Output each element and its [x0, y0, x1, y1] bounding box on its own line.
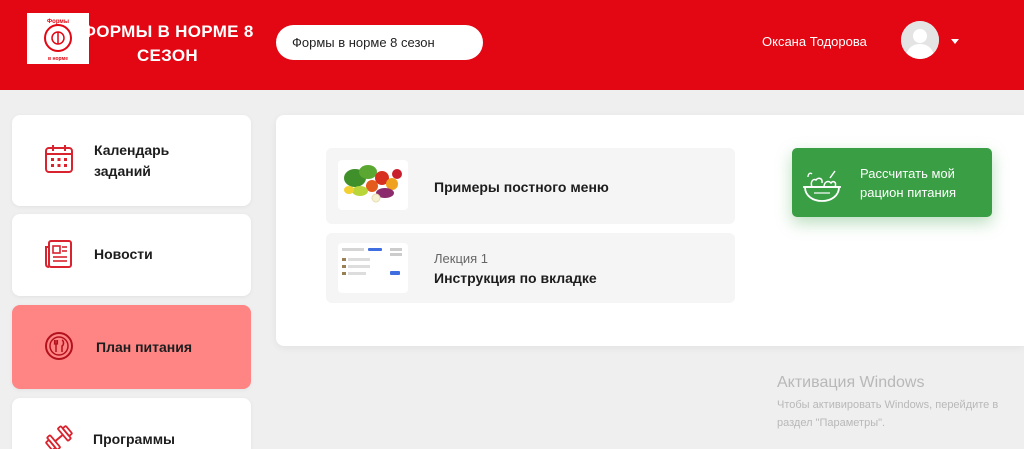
- sidebar-item-calendar[interactable]: Календарь заданий: [12, 115, 251, 206]
- vegetables-image: [338, 160, 408, 210]
- brand-title-line2: СЕЗОН: [136, 46, 199, 65]
- calculate-diet-label: Рассчитать мой рацион питания: [860, 164, 956, 202]
- logo-text-bottom: в норме: [48, 56, 68, 62]
- brand-title: ФОРМЫ В НОРМЕ 8 СЕЗОН: [80, 20, 255, 68]
- logo-emblem-icon: Формы в норме: [44, 19, 72, 62]
- sidebar-item-label: Календарь заданий: [94, 142, 170, 179]
- newspaper-icon: [45, 240, 72, 268]
- windows-activation-line2: раздел "Параметры".: [777, 417, 886, 429]
- screenshot-image: [338, 243, 408, 293]
- salad-bowl-icon: [803, 170, 841, 202]
- plate-cutlery-icon: [45, 332, 73, 360]
- user-avatar-icon: [901, 21, 939, 59]
- season-select[interactable]: Формы в норме 8 сезон: [276, 25, 483, 60]
- sidebar-item-meal-plan[interactable]: План питания: [12, 305, 251, 389]
- calendar-icon: [45, 145, 73, 173]
- list-item-title: Инструкция по вкладке: [434, 270, 597, 286]
- main-content-panel: Примеры постного меню Лекция 1 Инструкци…: [276, 115, 1024, 346]
- list-item-lecture[interactable]: Лекция 1 Инструкция по вкладке: [326, 233, 735, 303]
- avatar[interactable]: [901, 21, 939, 59]
- user-menu-chevron-down-icon[interactable]: [951, 39, 959, 44]
- windows-activation-line1: Чтобы активировать Windows, перейдите в: [777, 399, 999, 411]
- calculate-diet-button[interactable]: Рассчитать мой рацион питания: [792, 148, 992, 217]
- list-item-subtitle: Лекция 1: [434, 251, 489, 266]
- sidebar-item-label: Программы: [93, 431, 176, 447]
- calculate-diet-label-line2: рацион питания: [860, 185, 957, 200]
- logo-text-top: Формы: [47, 19, 69, 25]
- calculate-diet-label-line1: Рассчитать мой: [860, 166, 955, 181]
- windows-activation-title: Активация Windows: [777, 374, 925, 391]
- brand-title-line1: ФОРМЫ В НОРМЕ 8: [81, 22, 254, 41]
- top-header: Формы в норме ФОРМЫ В НОРМЕ 8 СЕЗОН Форм…: [0, 0, 1024, 90]
- dumbbell-icon: [45, 425, 73, 449]
- list-item-lent-menu[interactable]: Примеры постного меню: [326, 148, 735, 224]
- list-item-title: Примеры постного меню: [434, 179, 609, 195]
- sidebar-item-label: Новости: [94, 246, 153, 262]
- sidebar-item-label: План питания: [96, 339, 193, 355]
- sidebar-item-programs[interactable]: Программы: [12, 398, 251, 449]
- user-name[interactable]: Оксана Тодорова: [762, 34, 867, 49]
- sidebar-item-news[interactable]: Новости: [12, 214, 251, 296]
- windows-activation-text: Чтобы активировать Windows, перейдите в …: [777, 396, 1024, 432]
